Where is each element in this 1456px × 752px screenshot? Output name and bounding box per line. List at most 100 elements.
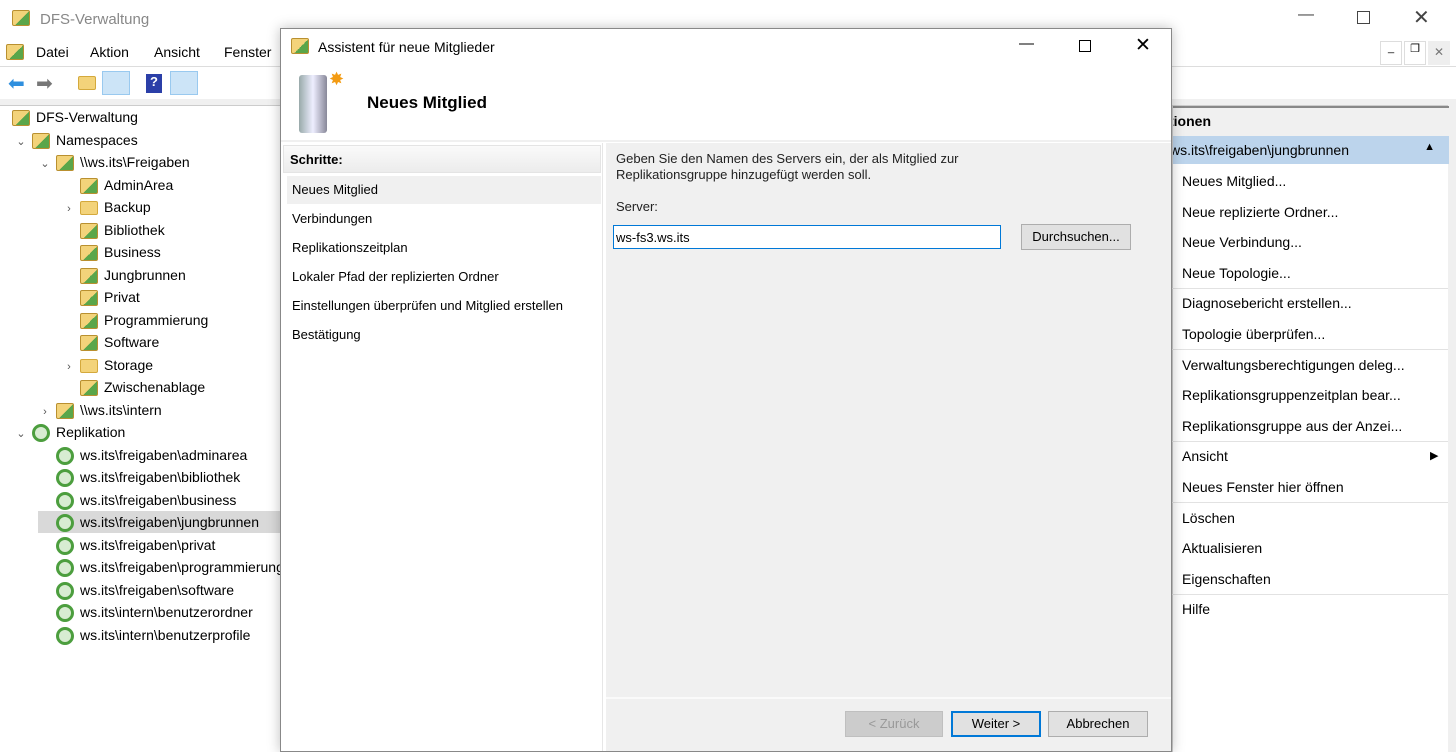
show-hide-tree-icon[interactable]	[102, 71, 130, 95]
back-button[interactable]: < Zurück	[845, 711, 943, 737]
tree-item[interactable]: Bibliothek	[62, 219, 165, 241]
tree-item[interactable]: › Storage	[62, 354, 153, 376]
action-item[interactable]: Topologie überprüfen...	[1182, 319, 1325, 349]
menu-aktion[interactable]: Aktion	[90, 44, 129, 60]
replication-group-icon	[56, 446, 74, 465]
server-icon	[299, 75, 327, 133]
action-item[interactable]: Neues Fenster hier öffnen	[1182, 472, 1344, 502]
server-label: Server:	[616, 199, 658, 214]
tree-item[interactable]: Programmierung	[62, 309, 208, 331]
share-icon	[80, 222, 98, 239]
expand-chevron-down-icon[interactable]: ⌄	[14, 423, 28, 445]
replication-group-icon	[56, 469, 74, 488]
action-item[interactable]: Neue Topologie...	[1182, 258, 1291, 288]
tree-item[interactable]: ws.its\freigaben\bibliothek	[38, 466, 240, 488]
child-restore-button[interactable]: ❐	[1404, 41, 1426, 65]
expand-chevron-right-icon[interactable]: ›	[38, 401, 52, 423]
action-separator	[1172, 593, 1448, 595]
expand-chevron-right-icon[interactable]: ›	[62, 356, 76, 378]
close-button[interactable]: ✕	[1413, 5, 1430, 30]
child-close-button[interactable]: ✕	[1428, 41, 1450, 65]
action-item[interactable]: Eigenschaften	[1182, 564, 1271, 594]
dialog-maximize-button[interactable]	[1079, 40, 1091, 52]
tree-item-label: ws.its\freigaben\software	[80, 581, 235, 598]
next-button[interactable]: Weiter >	[951, 711, 1041, 737]
child-minimize-button[interactable]: _	[1380, 41, 1402, 65]
cancel-button[interactable]: Abbrechen	[1048, 711, 1148, 737]
action-item[interactable]: Löschen	[1182, 503, 1235, 533]
folder-icon	[80, 358, 98, 373]
share-icon	[80, 335, 98, 352]
tree-item[interactable]: ⌄ \\ws.its\Freigaben	[38, 151, 190, 173]
server-input[interactable]	[613, 225, 1001, 249]
menu-fenster[interactable]: Fenster	[224, 44, 271, 60]
tree-item[interactable]: ws.its\intern\benutzerordner	[38, 601, 253, 623]
replication-icon	[32, 424, 50, 443]
expand-chevron-down-icon[interactable]: ⌄	[14, 131, 28, 153]
header-divider	[281, 140, 1171, 142]
actions-group-label: ws.its\freigaben\jungbrunnen	[1173, 142, 1349, 158]
tree-item-label: Privat	[104, 289, 140, 305]
dfs-icon	[12, 110, 30, 127]
dialog-close-button[interactable]: ✕	[1135, 34, 1151, 57]
tree-item[interactable]: Privat	[62, 286, 140, 308]
folder-icon	[80, 201, 98, 216]
tree-item-label: ws.its\intern\benutzerprofile	[80, 626, 251, 643]
collapse-triangle-icon[interactable]: ▲	[1424, 141, 1435, 153]
tree-item[interactable]: › \\ws.its\intern	[38, 399, 162, 421]
tree-item[interactable]: Business	[62, 241, 161, 263]
action-item[interactable]: Verwaltungsberechtigungen deleg...	[1182, 350, 1405, 380]
actions-group-header[interactable]: ws.its\freigaben\jungbrunnen ▲	[1173, 136, 1449, 164]
action-item[interactable]: Neue replizierte Ordner...	[1182, 197, 1338, 227]
dialog-minimize-button[interactable]: —	[1019, 35, 1034, 52]
tree-item-label: Replikation	[56, 424, 126, 440]
tree-item[interactable]: Jungbrunnen	[62, 264, 186, 286]
action-item[interactable]: Ansicht	[1182, 441, 1228, 471]
up-folder-icon[interactable]	[78, 76, 96, 90]
share-icon	[80, 380, 98, 397]
action-item[interactable]: Neue Verbindung...	[1182, 227, 1302, 257]
forward-arrow-icon[interactable]: ➡	[36, 71, 53, 96]
tree-item[interactable]: ⌄ Namespaces	[14, 129, 138, 151]
content-pane: Geben Sie den Namen des Servers ein, der…	[606, 143, 1171, 697]
menu-ansicht[interactable]: Ansicht	[154, 44, 200, 60]
namespace-icon	[56, 402, 74, 419]
tree-item[interactable]: ws.its\freigaben\adminarea	[38, 444, 247, 466]
action-item[interactable]: Replikationsgruppe aus der Anzei...	[1182, 411, 1402, 441]
browse-button[interactable]: Durchsuchen...	[1021, 224, 1131, 250]
tree-item[interactable]: ws.its\freigaben\programmierung	[38, 556, 284, 578]
tree-item-label: ws.its\intern\benutzerordner	[80, 604, 253, 620]
tree-item[interactable]: ws.its\intern\benutzerprofile	[38, 624, 250, 646]
tree-item[interactable]: AdminArea	[62, 174, 173, 196]
action-item[interactable]: Neues Mitglied...	[1182, 166, 1286, 196]
tree-item[interactable]: Software	[62, 331, 159, 353]
menu-datei[interactable]: Datei	[36, 44, 69, 60]
tree-item[interactable]: ws.its\freigaben\business	[38, 489, 236, 511]
help-icon[interactable]: ?	[146, 74, 162, 93]
tree-item[interactable]: DFS-Verwaltung	[8, 106, 138, 128]
tree-item[interactable]: ws.its\freigaben\jungbrunnen	[38, 511, 282, 533]
minimize-button[interactable]: —	[1298, 6, 1314, 24]
expand-chevron-down-icon[interactable]: ⌄	[38, 153, 52, 175]
action-item[interactable]: Aktualisieren	[1182, 533, 1262, 563]
action-item[interactable]: Replikationsgruppenzeitplan bear...	[1182, 380, 1401, 410]
tree-item[interactable]: › Backup	[62, 196, 151, 218]
action-item[interactable]: Diagnosebericht erstellen...	[1182, 288, 1352, 318]
tree-item-label: Zwischenablage	[104, 379, 206, 395]
tree-item-label: ws.its\freigaben\business	[80, 491, 237, 508]
tree-item[interactable]: ws.its\freigaben\software	[38, 579, 234, 601]
action-item[interactable]: Hilfe	[1182, 594, 1210, 624]
share-icon	[80, 290, 98, 307]
replication-group-icon	[56, 626, 74, 645]
tree-item[interactable]: Zwischenablage	[62, 376, 205, 398]
show-hide-action-pane-icon[interactable]	[170, 71, 198, 95]
back-arrow-icon[interactable]: ⬅	[8, 71, 25, 96]
steps-pane: Schritte:	[283, 143, 603, 751]
expand-chevron-right-icon[interactable]: ›	[62, 198, 76, 220]
maximize-button[interactable]	[1357, 11, 1370, 24]
tree-item[interactable]: ws.its\freigaben\privat	[38, 534, 215, 556]
tree-item-label: Jungbrunnen	[104, 266, 186, 283]
namespace-icon	[56, 155, 74, 172]
tree-item[interactable]: ⌄ Replikation	[14, 421, 125, 443]
tree-item-label: AdminArea	[104, 176, 174, 193]
